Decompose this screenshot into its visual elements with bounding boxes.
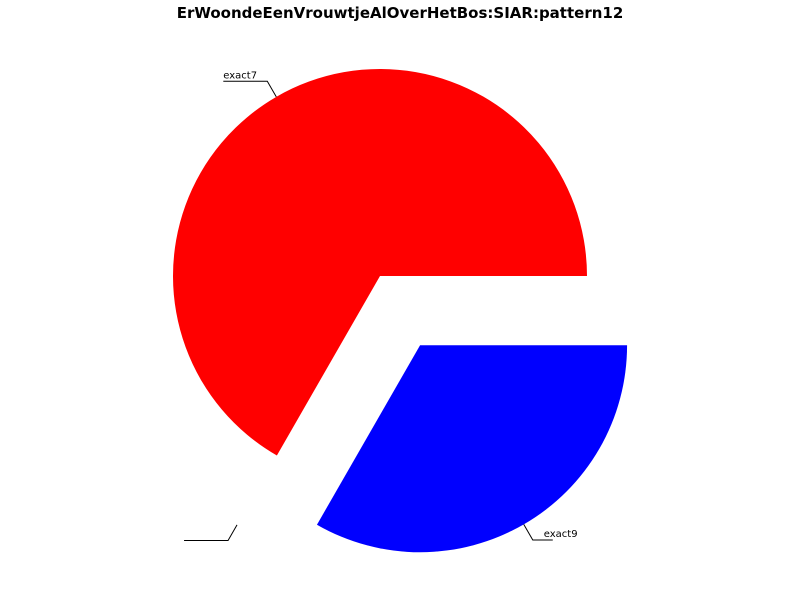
slice-exact7-leader-line	[223, 80, 277, 98]
slice-unlabeled-1-leader-line	[184, 524, 238, 541]
chart-title: ErWoondeEenVrouwtjeAlOverHetBos:SIAR:pat…	[177, 4, 624, 22]
slice-exact7-label: exact7	[223, 70, 257, 81]
pie-chart: ErWoondeEenVrouwtjeAlOverHetBos:SIAR:pat…	[172, 4, 628, 553]
slice-exact9-label: exact9	[544, 529, 578, 540]
pie-slices	[172, 68, 628, 553]
slice-exact9	[316, 345, 628, 553]
